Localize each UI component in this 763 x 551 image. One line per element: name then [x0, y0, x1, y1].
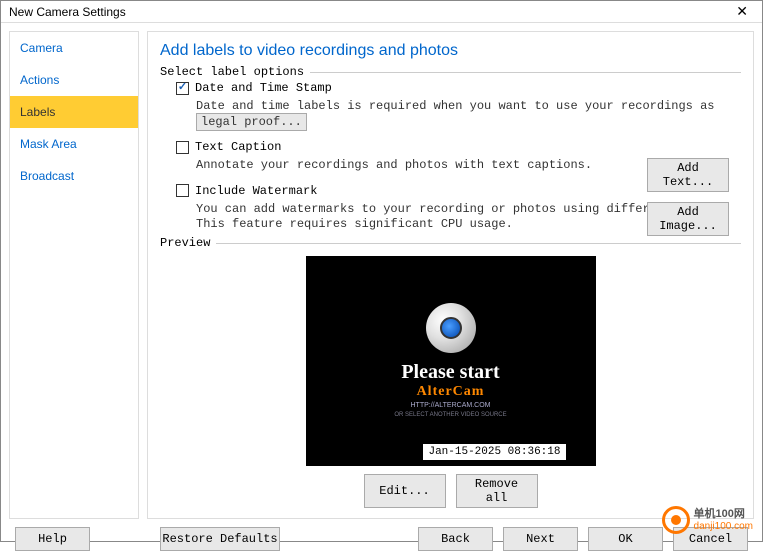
- watermark-checkbox[interactable]: [176, 184, 189, 197]
- preview-main-text: Please start: [401, 361, 499, 384]
- remove-all-button[interactable]: Remove all: [456, 474, 538, 508]
- date-time-desc: Date and time labels is required when yo…: [196, 99, 741, 130]
- fieldset-legend: Select label options: [160, 65, 310, 79]
- bottom-bar: Help Restore Defaults Back Next OK Cance…: [1, 527, 762, 551]
- titlebar: New Camera Settings ✕: [1, 1, 762, 23]
- content-panel: Add labels to video recordings and photo…: [147, 31, 754, 519]
- cancel-button[interactable]: Cancel: [673, 527, 748, 551]
- option-date-time: Date and Time Stamp: [176, 81, 741, 95]
- watermark-label: Include Watermark: [195, 184, 317, 198]
- sidebar-item-broadcast[interactable]: Broadcast: [10, 160, 138, 192]
- preview-brand-text: AlterCam: [417, 384, 485, 400]
- help-button[interactable]: Help: [15, 527, 90, 551]
- text-caption-checkbox[interactable]: [176, 141, 189, 154]
- page-title: Add labels to video recordings and photo…: [160, 42, 741, 60]
- text-caption-label: Text Caption: [195, 140, 281, 154]
- webcam-icon: [426, 303, 476, 353]
- ok-button[interactable]: OK: [588, 527, 663, 551]
- option-text-caption: Text Caption: [176, 140, 741, 154]
- window-title: New Camera Settings: [9, 5, 126, 19]
- close-icon[interactable]: ✕: [730, 1, 754, 22]
- option-watermark: Include Watermark: [176, 184, 741, 198]
- back-button[interactable]: Back: [418, 527, 493, 551]
- sidebar-item-labels[interactable]: Labels: [10, 96, 138, 128]
- legal-proof-button[interactable]: legal proof...: [196, 113, 307, 131]
- restore-defaults-button[interactable]: Restore Defaults: [160, 527, 280, 551]
- sidebar-item-camera[interactable]: Camera: [10, 32, 138, 64]
- sidebar-item-actions[interactable]: Actions: [10, 64, 138, 96]
- preview-legend: Preview: [160, 236, 216, 250]
- preview-button-row: Edit... Remove all: [160, 474, 741, 508]
- next-button[interactable]: Next: [503, 527, 578, 551]
- label-options-fieldset: Select label options Date and Time Stamp…: [160, 72, 741, 233]
- sidebar-item-mask-area[interactable]: Mask Area: [10, 128, 138, 160]
- main-area: Camera Actions Labels Mask Area Broadcas…: [1, 23, 762, 527]
- date-time-label: Date and Time Stamp: [195, 81, 332, 95]
- sidebar: Camera Actions Labels Mask Area Broadcas…: [9, 31, 139, 519]
- preview-url-text: HTTP://ALTERCAM.COM: [411, 402, 491, 409]
- date-time-checkbox[interactable]: [176, 82, 189, 95]
- preview-sub-text: OR SELECT ANOTHER VIDEO SOURCE: [394, 412, 506, 418]
- edit-button[interactable]: Edit...: [364, 474, 446, 508]
- add-image-button[interactable]: Add Image...: [647, 202, 729, 236]
- preview-image: Please start AlterCam HTTP://ALTERCAM.CO…: [306, 256, 596, 466]
- webcam-lens-icon: [440, 317, 462, 339]
- timestamp-overlay[interactable]: Jan-15-2025 08:36:18: [423, 444, 565, 460]
- preview-fieldset: Preview Please start AlterCam HTTP://ALT…: [160, 243, 741, 508]
